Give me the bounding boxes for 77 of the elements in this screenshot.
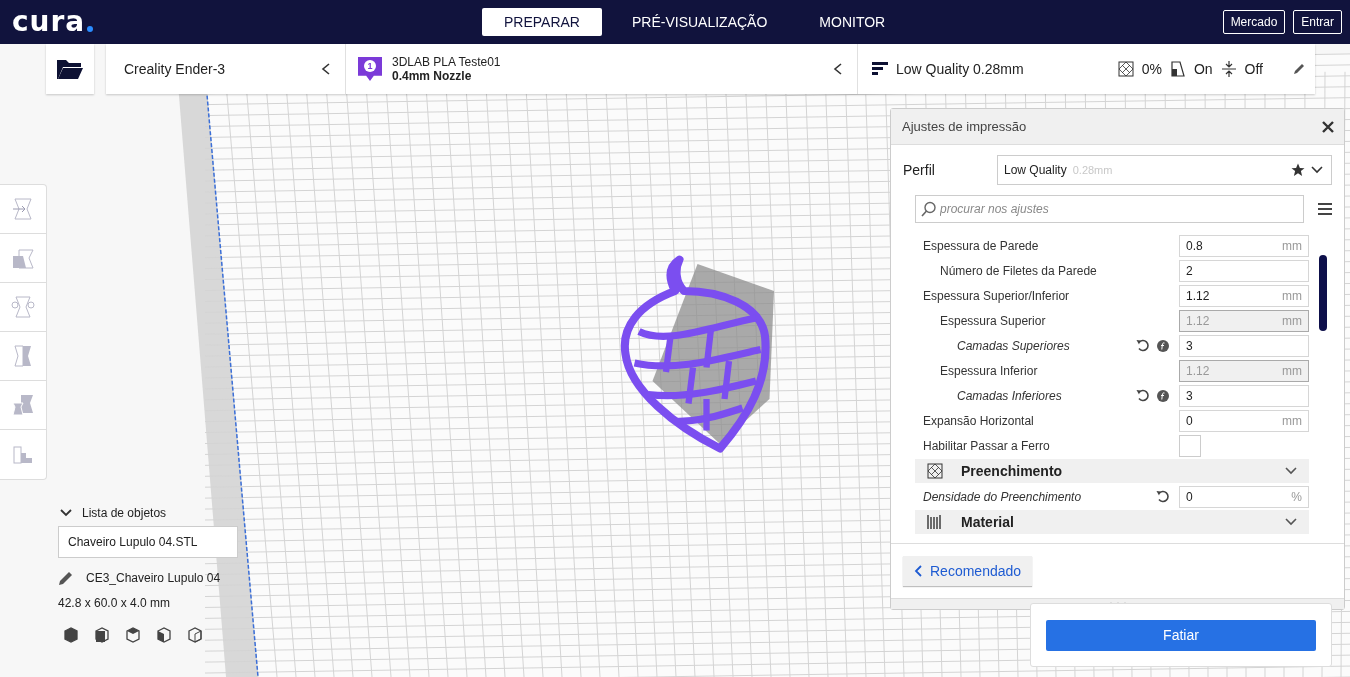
chevron-left-icon (914, 565, 922, 577)
quality-bars-icon (872, 62, 888, 76)
rotate-tool-icon (11, 295, 35, 319)
setting-label: Expansão Horizontal (922, 413, 1035, 428)
scale-tool-icon (11, 246, 35, 270)
setting-label: Camadas Inferiores (956, 388, 1063, 403)
open-file-button[interactable] (46, 44, 94, 94)
extruder-badge: 1 (358, 57, 382, 81)
reset-icon[interactable] (1136, 389, 1149, 402)
settings-category[interactable]: Preenchimento (915, 459, 1309, 483)
app-logo: cura (12, 8, 86, 36)
setting-input[interactable]: 0 % (1179, 485, 1309, 508)
setting-label: Espessura Superior/Inferior (922, 288, 1071, 303)
header-button[interactable]: Mercado (1222, 10, 1286, 34)
setting-input[interactable]: 1.12 mm (1179, 284, 1309, 307)
search-icon (921, 201, 937, 217)
adhesion-value: Off (1244, 61, 1263, 77)
header-button[interactable]: Entrar (1293, 10, 1342, 34)
infill-icon (927, 463, 943, 479)
stage-tab[interactable]: PREPARAR (482, 8, 602, 36)
setting-label: Habilitar Passar a Ferro (922, 438, 1051, 453)
infill-value: 0% (1141, 61, 1162, 77)
object-list-toggle[interactable]: Lista de objetos (58, 506, 238, 520)
adhesion-icon (1220, 61, 1237, 77)
move-tool-icon (11, 197, 35, 221)
printer-selector[interactable]: Creality Ender-3 (106, 44, 346, 94)
cube-view-icon[interactable] (93, 626, 111, 644)
setting-label: Espessura Superior (939, 313, 1047, 328)
quality-profile: Low Quality 0.28mm (896, 61, 1024, 77)
pencil-icon (1293, 63, 1305, 75)
support-value: On (1193, 61, 1213, 77)
setting-input[interactable]: 0 mm (1179, 409, 1309, 432)
slice-button[interactable]: Fatiar (1046, 619, 1316, 651)
setting-label: Espessura de Parede (922, 238, 1040, 253)
settings-category[interactable]: Material (915, 510, 1309, 534)
setting-label: Densidade do Preenchimento (922, 489, 1083, 504)
infill-icon (1117, 61, 1134, 77)
per-model-settings-icon (11, 393, 35, 417)
job-name: CE3_Chaveiro Lupulo 04 (86, 571, 221, 585)
setting-label: Número de Filetes da Parede (939, 263, 1098, 278)
material-selector[interactable]: 1 3DLAB PLA Teste01 0.4mm Nozzle (346, 44, 858, 94)
object-list-item[interactable]: Chaveiro Lupulo 04.STL (59, 527, 237, 557)
close-icon[interactable] (1322, 120, 1334, 133)
settings-search-field[interactable]: procurar nos ajustes (915, 195, 1304, 223)
spool-lines-icon (927, 514, 943, 530)
cube-view-icon[interactable] (124, 626, 142, 644)
cube-view-icon[interactable] (186, 626, 204, 644)
folder-icon (56, 58, 84, 80)
cube-view-icon[interactable] (155, 626, 173, 644)
setting-checkbox[interactable] (1179, 434, 1201, 457)
profile-label: Perfil (903, 162, 936, 178)
setting-input[interactable]: 2 (1179, 259, 1309, 282)
chevron-left-icon (321, 63, 331, 75)
stage-tab[interactable]: PRÉ-VISUALIZAÇÃO (610, 8, 790, 36)
scrollbar-thumb[interactable] (1319, 255, 1327, 331)
model-dimensions: 42.8 x 60.0 x 4.0 mm (58, 596, 172, 610)
support-icon (1169, 61, 1186, 77)
material-name: 3DLAB PLA Teste01 (392, 55, 502, 69)
chevron-left-icon (833, 63, 843, 75)
setting-label: Espessura Inferior (939, 363, 1039, 378)
panel-title: Ajustes de impressão (902, 119, 1027, 134)
cube-view-icon[interactable] (62, 626, 80, 644)
menu-icon[interactable] (1318, 203, 1332, 215)
chevron-down-icon (1285, 467, 1297, 475)
setting-label: Camadas Superiores (956, 338, 1071, 353)
reset-icon[interactable] (1136, 339, 1149, 352)
chevron-down-icon (1285, 518, 1297, 526)
logo-dot-icon (87, 26, 94, 32)
recommended-mode-button[interactable]: Recomendado (903, 556, 1033, 586)
pencil-icon (58, 570, 74, 586)
nozzle-size: 0.4mm Nozzle (392, 69, 473, 83)
reset-icon[interactable] (1156, 490, 1169, 503)
chevron-down-icon (1311, 166, 1323, 174)
print-setup-selector[interactable]: Low Quality 0.28mm 0% On Off (858, 44, 1315, 94)
setting-input[interactable]: 0.8 mm (1179, 234, 1309, 257)
stage-tab[interactable]: MONITOR (797, 8, 908, 36)
star-icon (1291, 163, 1305, 177)
